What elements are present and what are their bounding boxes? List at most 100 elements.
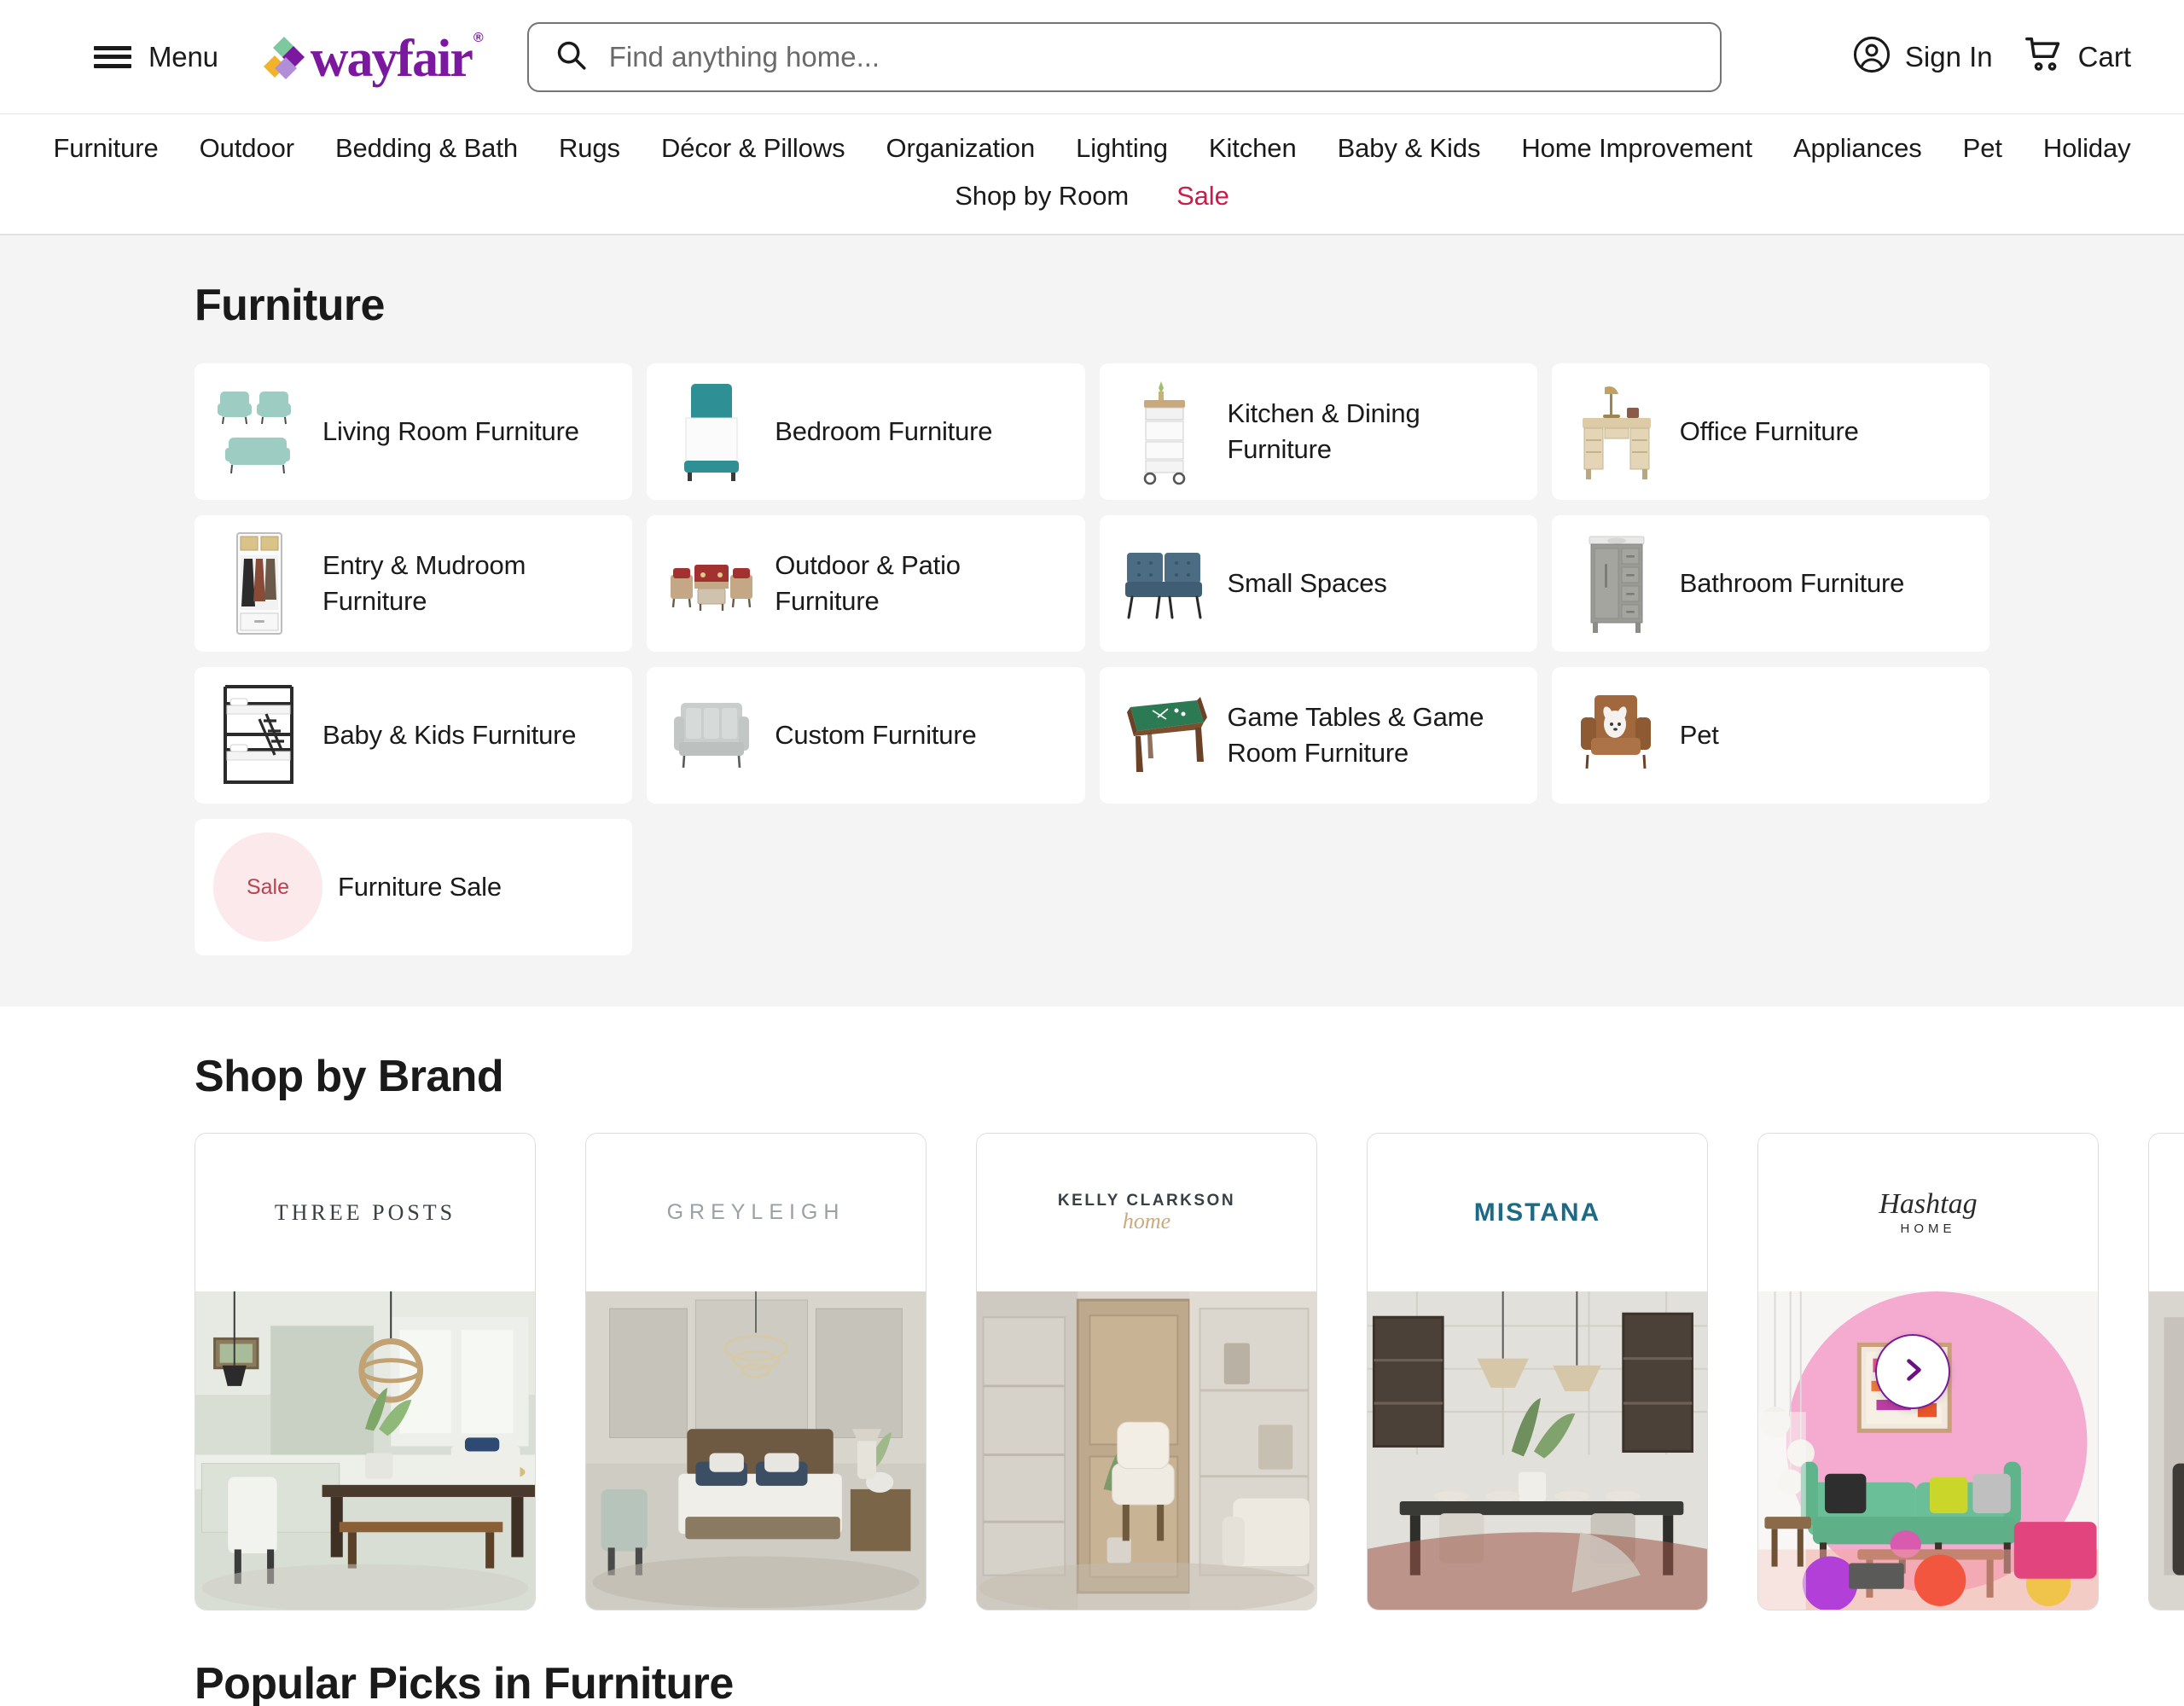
account-circle-icon (1852, 35, 1891, 78)
category-card-label: Outdoor & Patio Furniture (775, 550, 961, 616)
category-card-label: Entry & Mudroom Furniture (322, 550, 526, 616)
hamburger-menu-icon[interactable] (94, 44, 131, 71)
bunk-bed-thumb (213, 681, 305, 790)
nav-item-kitchen[interactable]: Kitchen (1209, 133, 1297, 164)
page-title: Furniture (195, 281, 385, 330)
search-icon (555, 38, 587, 75)
brand-name-block: Hashtag HOME (1879, 1188, 1977, 1237)
furniture-category-section: Furniture Living Room Furniture Bedroom … (0, 235, 2184, 1007)
nav-item-rugs[interactable]: Rugs (559, 133, 620, 164)
brand-scene-image (977, 1291, 1316, 1610)
brand-carousel: THREE POSTS GREYLEIGH KELLY CLARKSON hom… (195, 1133, 2184, 1610)
cart-button[interactable]: Cart (2024, 36, 2131, 78)
nav-item-home-improvement[interactable]: Home Improvement (1521, 133, 1752, 164)
brand-logo: GREYLEIGH (586, 1134, 926, 1291)
brand-scene-image (2149, 1291, 2184, 1610)
brand-logo (2149, 1134, 2184, 1291)
brand-card-three-posts[interactable]: THREE POSTS (195, 1133, 536, 1610)
kitchen-cart-thumb (1118, 377, 1211, 486)
category-card-office-furniture[interactable]: Office Furniture (1551, 363, 1989, 500)
nav-item-outdoor[interactable]: Outdoor (200, 133, 294, 164)
brand-name-label: THREE POSTS (274, 1199, 456, 1225)
category-card-pet[interactable]: Pet (1551, 667, 1989, 804)
teal-bed-thumb (665, 377, 758, 486)
nav-item-pet[interactable]: Pet (1963, 133, 2002, 164)
category-card-grid: Living Room Furniture Bedroom Furniture (195, 363, 1989, 955)
category-card-label: Custom Furniture (775, 720, 977, 751)
brand-sub-label: HOME (1900, 1221, 1956, 1237)
nav-row-primary: Furniture Outdoor Bedding & Bath Rugs Dé… (0, 133, 2184, 164)
wayfair-logo-text: wayfair ® (310, 29, 484, 88)
nav-item-baby-kids[interactable]: Baby & Kids (1338, 133, 1481, 164)
category-card-custom-furniture[interactable]: Custom Furniture (647, 667, 1085, 804)
nav-row-secondary: Shop by Room Sale (0, 181, 2184, 212)
mudroom-locker-thumb (213, 529, 305, 638)
category-card-living-room-furniture[interactable]: Living Room Furniture (195, 363, 633, 500)
category-card-label: Baby & Kids Furniture (322, 720, 577, 751)
pool-table-thumb (1118, 681, 1211, 790)
nav-item-sale[interactable]: Sale (1176, 181, 1229, 212)
brand-card-next-partial[interactable] (2148, 1133, 2184, 1610)
nav-item-shop-by-room[interactable]: Shop by Room (955, 181, 1129, 212)
patio-set-thumb (665, 529, 758, 638)
brand-card-kelly-clarkson-home[interactable]: KELLY CLARKSON home (976, 1133, 1317, 1610)
category-card-label: Small Spaces (1227, 568, 1387, 599)
brand-scene-image (195, 1291, 535, 1610)
brand-name-label: Hashtag (1879, 1188, 1978, 1221)
shop-by-brand-section: Shop by Brand THREE POSTS GREYLEIGH KELL… (0, 1007, 2184, 1610)
category-card-label: Kitchen & Dining Furniture (1227, 398, 1420, 464)
search-bar[interactable] (526, 21, 1722, 92)
primary-navigation: Furniture Outdoor Bedding & Bath Rugs Dé… (0, 114, 2184, 234)
category-card-game-tables-game-room-furniture[interactable]: Game Tables & Game Room Furniture (1099, 667, 1537, 804)
category-card-bedroom-furniture[interactable]: Bedroom Furniture (647, 363, 1085, 500)
nav-item-appliances[interactable]: Appliances (1793, 133, 1922, 164)
brand-scene-image (586, 1291, 926, 1610)
nav-item-furniture[interactable]: Furniture (53, 133, 158, 164)
category-card-label: Bathroom Furniture (1679, 568, 1905, 599)
popular-picks-title: Popular Picks in Furniture (195, 1659, 734, 1706)
category-card-outdoor-patio-furniture[interactable]: Outdoor & Patio Furniture (647, 515, 1085, 652)
search-input[interactable] (608, 40, 1694, 73)
pet-sofa-thumb (1571, 681, 1663, 790)
brand-logo: THREE POSTS (195, 1134, 535, 1291)
category-card-label: Furniture Sale (338, 872, 502, 902)
sale-badge-label: Sale (246, 874, 290, 899)
carousel-next-button[interactable] (1875, 1334, 1950, 1409)
category-card-small-spaces[interactable]: Small Spaces (1099, 515, 1537, 652)
nav-item-decor-pillows[interactable]: Décor & Pillows (661, 133, 845, 164)
wayfair-logo-mark (261, 34, 307, 80)
nav-item-organization[interactable]: Organization (886, 133, 1036, 164)
brand-scene-image (1368, 1291, 1707, 1610)
armchairs-and-sofa-thumb (213, 377, 305, 486)
sale-badge: Sale (213, 833, 322, 942)
category-card-baby-kids-furniture[interactable]: Baby & Kids Furniture (195, 667, 633, 804)
category-card-label: Bedroom Furniture (775, 416, 993, 447)
category-card-bathroom-furniture[interactable]: Bathroom Furniture (1551, 515, 1989, 652)
nav-item-holiday[interactable]: Holiday (2043, 133, 2131, 164)
nav-item-lighting[interactable]: Lighting (1076, 133, 1168, 164)
brand-name-label: KELLY CLARKSON (1057, 1192, 1236, 1210)
desk-with-lamp-thumb (1571, 377, 1663, 486)
category-card-entry-mudroom-furniture[interactable]: Entry & Mudroom Furniture (195, 515, 633, 652)
gray-vanity-thumb (1571, 529, 1663, 638)
wayfair-logo[interactable]: wayfair ® (261, 29, 484, 88)
shop-by-brand-title: Shop by Brand (195, 1052, 504, 1101)
category-card-kitchen-dining-furniture[interactable]: Kitchen & Dining Furniture (1099, 363, 1537, 500)
chevron-right-icon (1897, 1355, 1928, 1390)
menu-button[interactable]: Menu (94, 41, 218, 73)
category-card-label: Pet (1679, 720, 1719, 751)
brand-card-mistana[interactable]: MISTANA (1367, 1133, 1708, 1610)
brand-logo: Hashtag HOME (1758, 1134, 2098, 1291)
brand-name-block: KELLY CLARKSON home (1058, 1192, 1235, 1233)
brand-card-greyleigh[interactable]: GREYLEIGH (585, 1133, 926, 1610)
brand-sub-label: home (1122, 1209, 1171, 1233)
blue-settee-thumb (1118, 529, 1211, 638)
category-card-label: Game Tables & Game Room Furniture (1227, 702, 1484, 768)
site-header: Menu wayfair ® Find anything home... Sig… (0, 0, 2184, 113)
nav-item-bedding-bath[interactable]: Bedding & Bath (335, 133, 518, 164)
category-card-furniture-sale[interactable]: Sale Furniture Sale (195, 819, 633, 955)
cart-label: Cart (2077, 40, 2131, 73)
brand-logo: KELLY CLARKSON home (977, 1134, 1316, 1291)
popular-picks-section: Popular Picks in Furniture (0, 1610, 2184, 1706)
sign-in-button[interactable]: Sign In (1852, 35, 1993, 78)
